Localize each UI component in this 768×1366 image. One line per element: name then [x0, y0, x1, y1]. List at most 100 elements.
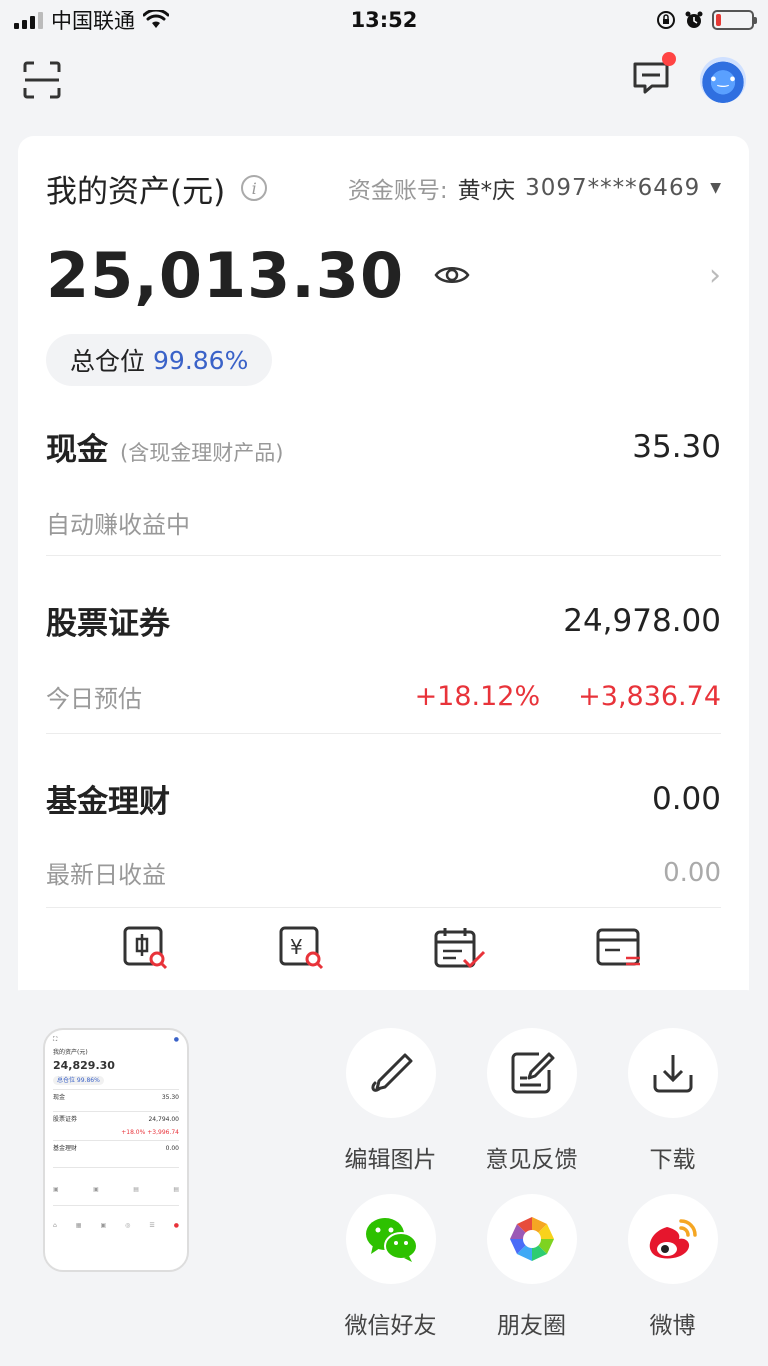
funds-sub-value: 0.00 — [663, 857, 721, 888]
cash-value: 35.30 — [632, 428, 721, 465]
battery-icon — [712, 10, 757, 30]
feedback-action[interactable]: 意见反馈 — [461, 1028, 602, 1174]
funds-value: 0.00 — [651, 780, 721, 817]
wechat-button[interactable] — [345, 1194, 436, 1284]
funds-section[interactable]: 基金理财 0.00 最新日收益 0.00 — [46, 734, 721, 908]
wechat-action[interactable]: 微信好友 — [320, 1194, 461, 1340]
asset-title-text: 我的资产(元) — [46, 173, 226, 210]
cash-sub-row: 自动赚收益中 — [46, 505, 721, 540]
download-button[interactable] — [627, 1028, 718, 1118]
stocks-change-amt: +3,836.74 — [578, 681, 721, 712]
feedback-icon — [511, 1052, 554, 1094]
download-label: 下载 — [649, 1147, 696, 1173]
cash-section[interactable]: 现金 (含现金理财产品) 35.30 自动赚收益中 — [46, 386, 721, 556]
cash-name: 现金 (含现金理财产品) — [46, 424, 283, 469]
thumbnail-stock-row: 股票证券 24,794.00 — [53, 1115, 179, 1123]
thumbnail-total: 24,829.30 — [53, 1059, 115, 1073]
thumbnail-header: ⛶ ● — [53, 1036, 179, 1043]
account-label: 资金账号: — [347, 178, 448, 204]
funds-name: 基金理财 — [46, 784, 170, 820]
carrier-label: 中国联通 — [51, 9, 135, 33]
assistant-avatar[interactable]: •‿• — [700, 57, 746, 103]
stock-search-icon[interactable] — [123, 926, 169, 970]
wechat-icon — [365, 1218, 418, 1262]
calendar-check-icon[interactable] — [434, 926, 486, 970]
message-icon — [633, 62, 669, 94]
screenshot-thumbnail[interactable]: ⛶ ● 我的资产(元) 24,829.30 总仓位 99.86% 现金 35.30 … — [43, 1028, 189, 1272]
cash-note: (含现金理财产品) — [120, 441, 284, 465]
thumbnail-stock-change-row: +18.0% +3,996.74 — [121, 1129, 179, 1137]
total-assets-value: 25,013.30 — [46, 238, 405, 312]
thumbnail-title: 我的资产(元) — [53, 1049, 88, 1057]
thumbnail-icon-row: ▣ ▣ ▤ ▤ — [53, 1185, 179, 1193]
cash-name-text: 现金 — [46, 432, 108, 468]
signal-icon — [14, 11, 43, 29]
chevron-right-icon[interactable]: › — [709, 258, 721, 293]
edit-image-button[interactable] — [345, 1028, 436, 1118]
feedback-label: 意见反馈 — [485, 1147, 578, 1173]
transfer-card-icon[interactable] — [596, 926, 644, 970]
funds-sub-row: 最新日收益 0.00 — [46, 855, 721, 890]
eye-icon[interactable] — [434, 263, 470, 287]
stocks-section[interactable]: 股票证券 24,978.00 今日预估 +18.12% +3,836.74 — [46, 556, 721, 734]
moments-label: 朋友圈 — [497, 1313, 566, 1339]
status-left: 中国联通 — [14, 5, 169, 35]
total-left: 25,013.30 — [46, 239, 470, 312]
stocks-row: 股票证券 24,978.00 — [46, 598, 721, 643]
total-row[interactable]: 25,013.30 › — [46, 239, 721, 312]
moments-icon — [509, 1217, 554, 1261]
weibo-label: 微博 — [649, 1313, 696, 1339]
share-sheet: ⛶ ● 我的资产(元) 24,829.30 总仓位 99.86% 现金 35.30 … — [0, 990, 768, 1366]
stocks-sub-label: 今日预估 — [46, 685, 142, 713]
caret-down-icon: ▼ — [710, 180, 721, 196]
feedback-button[interactable] — [486, 1028, 577, 1118]
message-button[interactable] — [632, 52, 676, 100]
stocks-change-pct: +18.12% — [414, 681, 541, 712]
thumbnail-fund-row: 基金理财 0.00 — [53, 1145, 179, 1153]
wifi-icon — [143, 10, 169, 28]
fund-search-icon[interactable]: ¥ — [279, 926, 325, 970]
thumbnail-position: 总仓位 99.86% — [53, 1075, 104, 1085]
weibo-button[interactable] — [627, 1194, 718, 1284]
status-bar: 中国联通 13:52 — [0, 0, 768, 40]
account-name: 黄*庆 — [457, 178, 516, 204]
thumbnail-cash-row: 现金 35.30 — [53, 1093, 179, 1101]
asset-card-header: 我的资产(元) i 资金账号: 黄*庆 3097****6469 ▼ — [46, 136, 721, 240]
info-icon[interactable]: i — [241, 175, 268, 201]
stocks-value: 24,978.00 — [563, 602, 721, 639]
download-action[interactable]: 下载 — [602, 1028, 743, 1174]
position-pill: 总仓位 99.86% — [46, 334, 273, 386]
stocks-name: 股票证券 — [46, 606, 170, 642]
alarm-icon — [685, 11, 703, 28]
stocks-change: +18.12% +3,836.74 — [415, 681, 721, 712]
funds-row: 基金理财 0.00 — [46, 776, 721, 821]
share-actions: 编辑图片 意见反馈 下载 微信好友 朋友圈 微博 — [320, 1028, 750, 1340]
asset-card: 我的资产(元) i 资金账号: 黄*庆 3097****6469 ▼ 25,01… — [18, 136, 749, 1016]
asset-title: 我的资产(元) i — [46, 166, 268, 211]
account-number: 3097****6469 — [525, 175, 701, 201]
svg-text:¥: ¥ — [290, 935, 303, 959]
quick-icons-row: ¥ — [18, 926, 749, 970]
scan-icon[interactable] — [22, 60, 62, 100]
wechat-label: 微信好友 — [344, 1313, 437, 1339]
position-label: 总仓位 — [70, 347, 146, 376]
account-selector[interactable]: 资金账号: 黄*庆 3097****6469 ▼ — [348, 171, 721, 205]
moments-action[interactable]: 朋友圈 — [461, 1194, 602, 1340]
orientation-lock-icon — [657, 11, 675, 29]
edit-image-action[interactable]: 编辑图片 — [320, 1028, 461, 1174]
top-bar: •‿• — [0, 42, 768, 118]
edit-image-label: 编辑图片 — [344, 1147, 437, 1173]
top-actions: •‿• — [632, 52, 746, 103]
download-icon — [653, 1055, 692, 1093]
moments-button[interactable] — [486, 1194, 577, 1284]
weibo-action[interactable]: 微博 — [602, 1194, 743, 1340]
weibo-icon — [649, 1219, 697, 1259]
thumbnail-content: ⛶ ● 我的资产(元) 24,829.30 总仓位 99.86% 现金 35.30 … — [53, 1036, 179, 1229]
status-right — [656, 10, 757, 30]
notification-dot — [662, 52, 676, 66]
stocks-sub-row: 今日预估 +18.12% +3,836.74 — [46, 679, 721, 714]
cash-row: 现金 (含现金理财产品) 35.30 — [46, 424, 721, 469]
pen-icon — [370, 1053, 412, 1092]
position-value: 99.86% — [153, 345, 249, 375]
cash-sub-label: 自动赚收益中 — [46, 511, 190, 539]
